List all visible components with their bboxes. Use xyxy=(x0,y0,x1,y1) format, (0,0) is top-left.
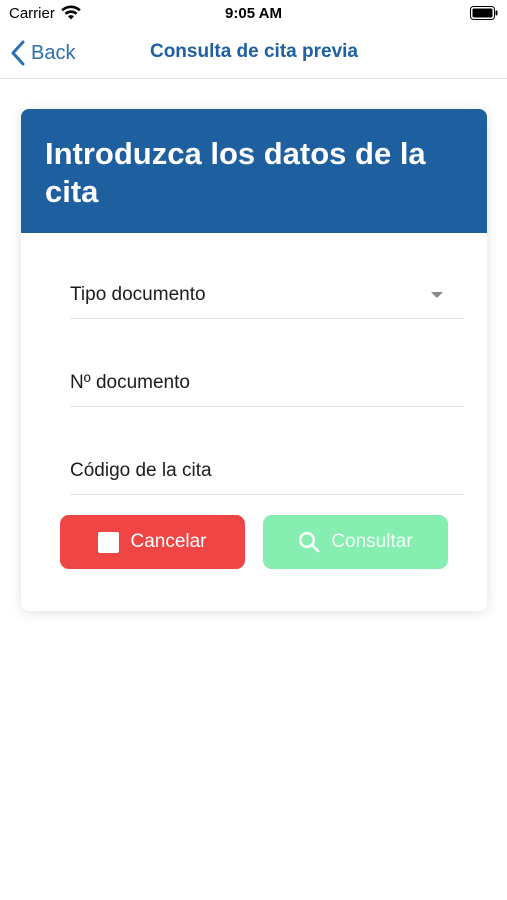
cancel-label: Cancelar xyxy=(130,531,207,552)
appointment-code-field[interactable]: Código de la cita xyxy=(70,447,464,495)
navigation-bar: Back Consulta de cita previa xyxy=(0,28,507,79)
card-header: Introduzca los datos de la cita xyxy=(21,109,487,233)
document-number-field[interactable]: Nº documento xyxy=(70,359,464,407)
cancel-button[interactable]: Cancelar xyxy=(60,515,245,569)
stop-icon xyxy=(98,531,120,553)
document-number-label: Nº documento xyxy=(70,371,190,393)
battery-icon xyxy=(470,6,498,20)
page-title: Consulta de cita previa xyxy=(149,41,358,62)
appointment-form-card: Introduzca los datos de la cita Tipo doc… xyxy=(21,109,487,611)
status-time: 9:05 AM xyxy=(225,5,282,22)
status-bar: Carrier 9:05 AM xyxy=(0,0,507,28)
card-title: Introduzca los datos de la cita xyxy=(45,136,426,209)
document-type-label: Tipo documento xyxy=(70,283,206,305)
dropdown-arrow-icon xyxy=(431,292,443,298)
document-type-dropdown[interactable]: Tipo documento xyxy=(70,271,464,319)
consult-button[interactable]: Consultar xyxy=(263,515,448,569)
appointment-code-label: Código de la cita xyxy=(70,459,212,481)
consult-label: Consultar xyxy=(331,531,413,552)
search-icon xyxy=(299,531,320,553)
